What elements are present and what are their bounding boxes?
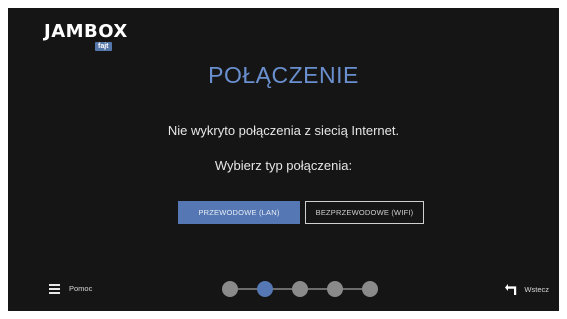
step-progress-indicator [222, 281, 378, 297]
page-title: POŁĄCZENIE [208, 62, 359, 88]
back-label: Wstecz [524, 285, 549, 294]
back-arrow-icon [505, 284, 517, 295]
menu-icon [49, 284, 60, 294]
connection-type-prompt: Wybierz typ połączenia: [214, 158, 353, 173]
setup-screen: JAMBOX fajt POŁĄCZENIE Nie wykryto połąc… [8, 8, 559, 311]
help-button[interactable]: Pomoc [49, 284, 93, 294]
step-dot [327, 281, 343, 297]
step-dot [292, 281, 308, 297]
logo-text: JAMBOX [44, 21, 128, 42]
back-button[interactable]: Wstecz [505, 284, 549, 295]
step-dot [362, 281, 378, 297]
no-connection-message: Nie wykryto połączenia z siecią Internet… [167, 123, 400, 138]
jambox-logo: JAMBOX fajt [44, 22, 127, 56]
step-dot-active [257, 281, 273, 297]
logo-badge: fajt [95, 42, 112, 51]
step-dot [222, 281, 238, 297]
wireless-wifi-button[interactable]: BEZPRZEWODOWE (WIFI) [305, 201, 424, 224]
help-label: Pomoc [69, 284, 93, 293]
wired-lan-button[interactable]: PRZEWODOWE (LAN) [178, 201, 300, 224]
